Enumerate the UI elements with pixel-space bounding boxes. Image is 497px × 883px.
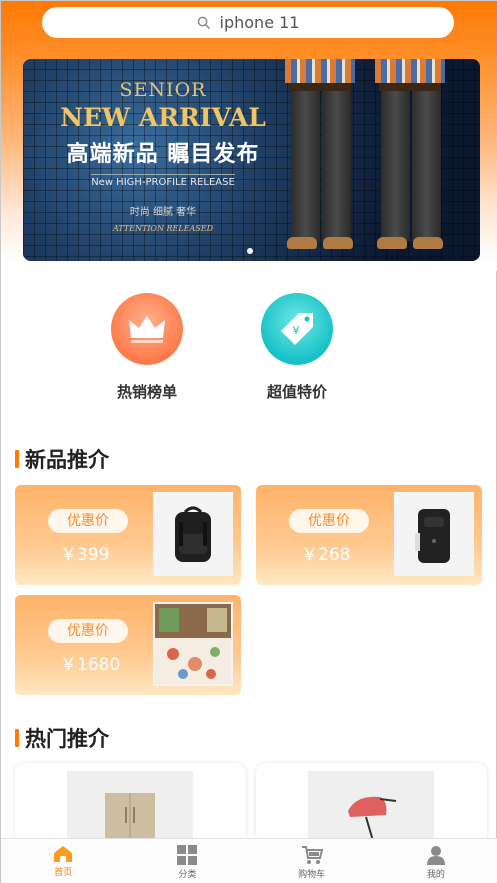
banner-model-image-2: [375, 59, 445, 261]
section-title-text: 热门推介: [25, 727, 109, 751]
product-image-laptop-bag: [394, 492, 474, 576]
tab-cart[interactable]: 购物车: [250, 839, 374, 883]
product-image-backpack: [153, 492, 233, 576]
category-label: 热销榜单: [116, 383, 177, 401]
product-image-bedding: [153, 602, 233, 686]
tab-profile[interactable]: 我的: [374, 839, 497, 883]
grid-icon: [177, 845, 198, 865]
tab-label: 首页: [54, 868, 73, 878]
discount-badge: 优惠价: [48, 509, 128, 533]
category-hot-sellers[interactable]: 热销榜单: [97, 293, 197, 402]
tab-label: 购物车: [298, 870, 326, 880]
price-tag-icon: ¥: [261, 293, 333, 365]
hot-products-heading: 热门推介: [15, 723, 109, 753]
tab-label: 我的: [426, 870, 445, 880]
tab-categories[interactable]: 分类: [125, 839, 249, 883]
carousel-indicator[interactable]: [247, 248, 253, 254]
svg-text:¥: ¥: [293, 324, 300, 337]
banner-line-senior: SENIOR: [119, 79, 207, 101]
crown-icon: [111, 293, 183, 365]
category-label: 超值特价: [266, 383, 327, 401]
user-icon: [426, 846, 445, 865]
product-image-refrigerator: [67, 771, 193, 843]
new-product-card[interactable]: 优惠价 ￥1680: [15, 595, 241, 695]
section-accent-bar: [15, 450, 19, 468]
banner-model-image-1: [285, 59, 355, 261]
discount-badge: 优惠价: [48, 619, 128, 643]
tab-label: 分类: [178, 870, 197, 880]
section-accent-bar: [15, 729, 19, 747]
search-icon: [197, 16, 210, 29]
promo-banner[interactable]: SENIOR NEW ARRIVAL 高端新品 瞩目发布 New HIGH-PR…: [23, 59, 480, 261]
home-icon: [54, 846, 73, 862]
discount-badge: 优惠价: [289, 509, 369, 533]
tab-home[interactable]: 首页: [1, 839, 125, 883]
hot-product-card[interactable]: [256, 763, 487, 843]
category-special-offers[interactable]: ¥ 超值特价: [247, 293, 347, 402]
banner-text: SENIOR NEW ARRIVAL 高端新品 瞩目发布 New HIGH-PR…: [53, 79, 273, 233]
hot-product-card[interactable]: [15, 763, 246, 843]
search-bar[interactable]: iphone 11: [42, 7, 454, 38]
product-image-stroller: [308, 771, 434, 843]
product-price: ￥399: [60, 545, 110, 565]
banner-line-chinese: 高端新品 瞩目发布: [66, 142, 260, 167]
banner-line-tagline: 时尚 细腻 奢华: [129, 207, 197, 218]
new-products-heading: 新品推介: [15, 444, 109, 474]
search-text: iphone 11: [219, 13, 300, 32]
product-price: ￥1680: [60, 655, 121, 675]
banner-line-new-arrival: NEW ARRIVAL: [60, 103, 266, 132]
product-price: ￥268: [301, 545, 351, 565]
banner-line-english: New HIGH-PROFILE RELEASE: [91, 174, 235, 188]
section-title-text: 新品推介: [25, 448, 109, 472]
new-product-card[interactable]: 优惠价 ￥399: [15, 485, 241, 585]
new-product-card[interactable]: 优惠价 ￥268: [256, 485, 482, 585]
bottom-tab-bar: 首页 分类 购物车 我的: [1, 838, 497, 883]
cart-icon: [301, 846, 323, 864]
banner-line-attention: ATTENTION RELEASED: [112, 224, 214, 233]
